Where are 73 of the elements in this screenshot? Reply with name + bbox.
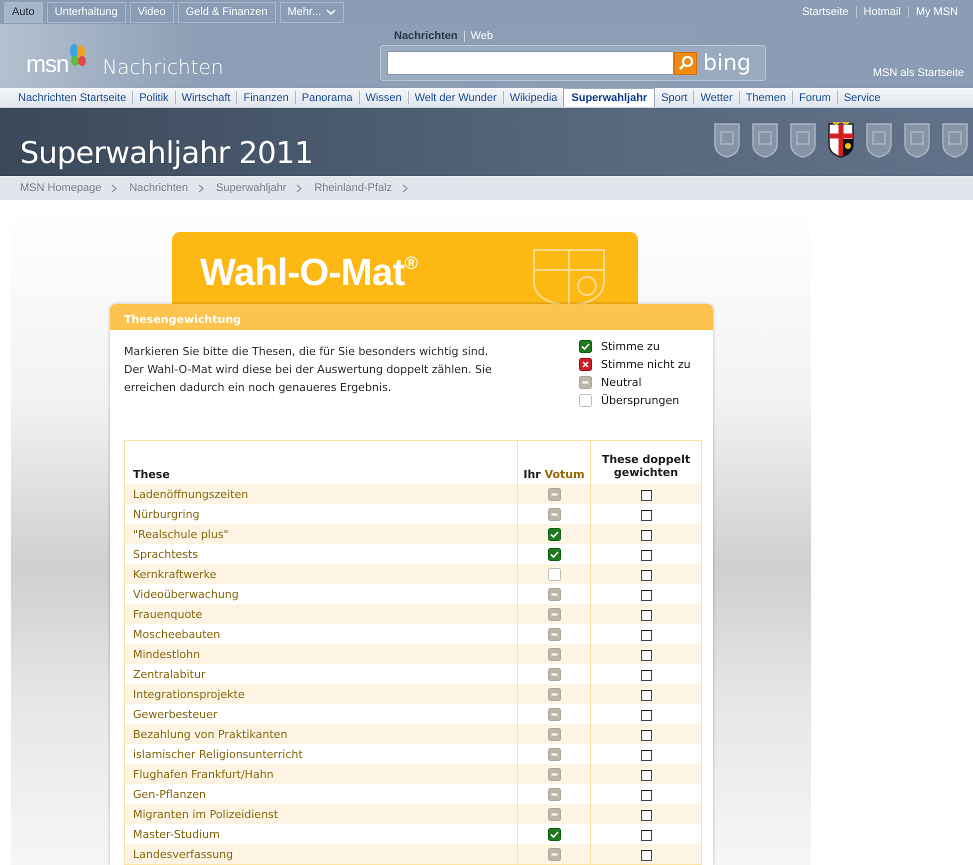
section-title: Nachrichten	[102, 55, 224, 79]
thesis-label: Nürburgring	[124, 504, 518, 524]
double-weight-checkbox[interactable]	[640, 690, 652, 701]
search-button[interactable]	[674, 52, 697, 74]
nav-tab[interactable]: Wikipedia	[504, 88, 564, 106]
thesis-label: Videoüberwachung	[124, 584, 518, 604]
thesis-label: Gen-Pflanzen	[124, 784, 518, 804]
thesis-label: Moscheebauten	[124, 624, 518, 644]
thesis-label: "Realschule plus"	[124, 524, 518, 544]
double-weight-checkbox[interactable]	[640, 530, 652, 541]
bing-logo: bing	[703, 50, 752, 76]
double-weight-checkbox[interactable]	[640, 670, 652, 681]
chevron-icon	[198, 184, 204, 192]
double-weight-checkbox[interactable]	[640, 550, 652, 561]
search-scope-tab[interactable]: Nachrichten	[388, 30, 464, 42]
nav-tab[interactable]: Wissen	[360, 88, 408, 106]
thesis-label: Flughafen Frankfurt/Hahn	[124, 764, 518, 784]
page-title: Superwahljahr 2011	[20, 136, 314, 170]
instructions-text: Markieren Sie bitte die Thesen, die für Sie besonders wichtig sind. Der Wahl-O-Mat wird diese bei der Auswertung doppelt zählen. Sie erreichen dadurch ein noch genaueres Ergebnis.	[124, 344, 493, 396]
double-weight-checkbox[interactable]	[640, 650, 652, 661]
nav-tab[interactable]: Wetter	[694, 88, 739, 106]
category-tab[interactable]: Auto	[4, 2, 43, 22]
nav-tab[interactable]: Finanzen	[237, 88, 295, 106]
double-weight-checkbox[interactable]	[640, 810, 652, 821]
thesis-label: Frauenquote	[124, 604, 518, 624]
nav-tab[interactable]: Wirtschaft	[176, 88, 236, 106]
double-weight-checkbox[interactable]	[640, 570, 652, 581]
thesis-label: Landesverfassung	[124, 844, 518, 864]
double-weight-checkbox[interactable]	[640, 610, 652, 621]
legend-label: Stimme zu	[601, 340, 660, 353]
chevron-icon	[402, 184, 408, 192]
thesis-label: Master-Studium	[124, 824, 518, 844]
chevron-icon	[296, 184, 302, 192]
wahl-o-mat-title: Wahl-O-Mat$^{®}$	[200, 252, 418, 295]
nav-tab[interactable]: Panorama	[296, 88, 358, 106]
thesis-label: Zentralabitur	[124, 664, 518, 684]
thesis-label: Mindestlohn	[124, 644, 518, 664]
thesis-label: Bezahlung von Praktikanten	[124, 724, 518, 744]
nav-tab[interactable]: Superwahljahr	[563, 88, 656, 107]
legend-label: Stimme nicht zu	[601, 358, 691, 371]
chevron-icon	[111, 184, 118, 192]
thesis-label: Sprachtests	[124, 544, 518, 564]
legend-label: Übersprungen	[601, 394, 680, 407]
double-weight-checkbox[interactable]	[640, 710, 652, 721]
dialog-title: Thesengewichtung	[110, 304, 713, 330]
thesis-label: islamischer Religionsunterricht	[124, 744, 518, 764]
thesis-label: Migranten im Polizeidienst	[124, 804, 518, 824]
double-weight-checkbox[interactable]	[640, 510, 652, 521]
double-weight-checkbox[interactable]	[640, 730, 652, 741]
nav-tab[interactable]: Nachrichten Startseite	[12, 88, 132, 106]
nav-tab[interactable]: Themen	[740, 88, 792, 106]
double-weight-checkbox[interactable]	[640, 490, 652, 501]
double-weight-checkbox[interactable]	[640, 630, 652, 641]
nav-tab[interactable]: Forum	[793, 88, 837, 106]
legend-label: Neutral	[601, 376, 642, 389]
thesis-label: Integrationsprojekte	[124, 684, 518, 704]
caret-icon	[326, 9, 336, 15]
thesis-label: Gewerbesteuer	[124, 704, 518, 724]
nav-tab[interactable]: Sport	[655, 88, 694, 106]
nav-tab[interactable]: Service	[838, 88, 887, 106]
search-field[interactable]	[387, 51, 674, 75]
nav-tab[interactable]: Politik	[133, 88, 175, 106]
search-icon	[678, 55, 694, 71]
double-weight-checkbox[interactable]	[640, 770, 652, 781]
double-weight-checkbox[interactable]	[640, 790, 652, 801]
double-weight-checkbox[interactable]	[640, 830, 652, 841]
nav-tab[interactable]: Welt der Wunder	[408, 88, 503, 106]
thesis-label: Ladenöffnungszeiten	[124, 484, 518, 504]
double-weight-checkbox[interactable]	[640, 850, 652, 861]
double-weight-checkbox[interactable]	[640, 750, 652, 761]
double-weight-checkbox[interactable]	[640, 590, 652, 601]
thesis-label: Kernkraftwerke	[124, 564, 518, 584]
column-header: These	[124, 440, 518, 484]
